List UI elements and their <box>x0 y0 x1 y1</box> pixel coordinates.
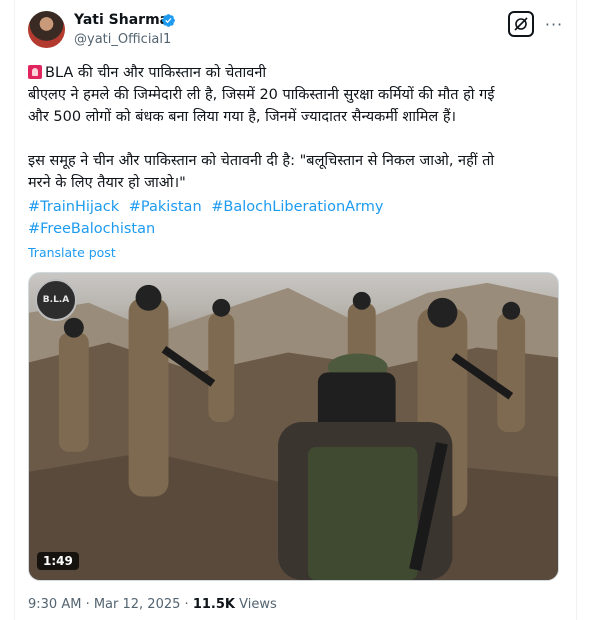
video-duration: 1:49 <box>37 552 79 570</box>
hashtag-link[interactable]: #FreeBalochistan <box>28 221 155 237</box>
video-player[interactable]: B.L.A 1:49 <box>28 272 559 581</box>
more-icon: ··· <box>544 14 564 34</box>
translate-post-link[interactable]: Translate post <box>28 245 116 260</box>
avatar[interactable] <box>28 11 65 48</box>
views-label: Views <box>239 597 277 612</box>
verified-badge-icon <box>162 14 175 27</box>
meta-separator: · <box>180 597 193 612</box>
more-button[interactable]: ··· <box>543 13 565 35</box>
tweet-line-3: और 500 लोगों को बंधक बना लिया गया है, जि… <box>28 109 457 125</box>
hashtag-link[interactable]: #BalochLiberationArmy <box>211 199 383 215</box>
bla-logo: B.L.A <box>35 279 77 321</box>
tweet-line-5: मरने के लिए तैयार हो जाओ।" <box>28 175 186 191</box>
author-name[interactable]: Yati Sharma <box>74 12 169 28</box>
tweet-line-1: BLA की चीन और पाकिस्तान को चेतावनी <box>28 63 568 85</box>
meta-separator: · <box>81 597 94 612</box>
views-count: 11.5K <box>192 597 235 612</box>
hashtags-row-2: #FreeBalochistan <box>28 219 568 241</box>
post-time[interactable]: 9:30 AM <box>28 597 81 612</box>
alert-siren-icon <box>28 65 42 79</box>
hashtag-link[interactable]: #TrainHijack <box>28 199 119 215</box>
hashtag-link[interactable]: #Pakistan <box>129 199 202 215</box>
author-handle[interactable]: @yati_Official1 <box>74 32 171 47</box>
post-meta: 9:30 AM · Mar 12, 2025 · 11.5K Views <box>28 597 277 612</box>
grok-button[interactable] <box>508 11 534 37</box>
grok-icon <box>514 17 528 31</box>
tweet-line-4: इस समूह ने चीन और पाकिस्तान को चेतावनी द… <box>28 153 495 169</box>
video-thumbnail <box>29 282 558 580</box>
hashtags-row-1: #TrainHijack #Pakistan #BalochLiberation… <box>28 197 568 219</box>
tweet-line-2: बीएलए ने हमले की जिम्मेदारी ली है, जिसमे… <box>28 87 495 103</box>
post-date[interactable]: Mar 12, 2025 <box>94 597 181 612</box>
